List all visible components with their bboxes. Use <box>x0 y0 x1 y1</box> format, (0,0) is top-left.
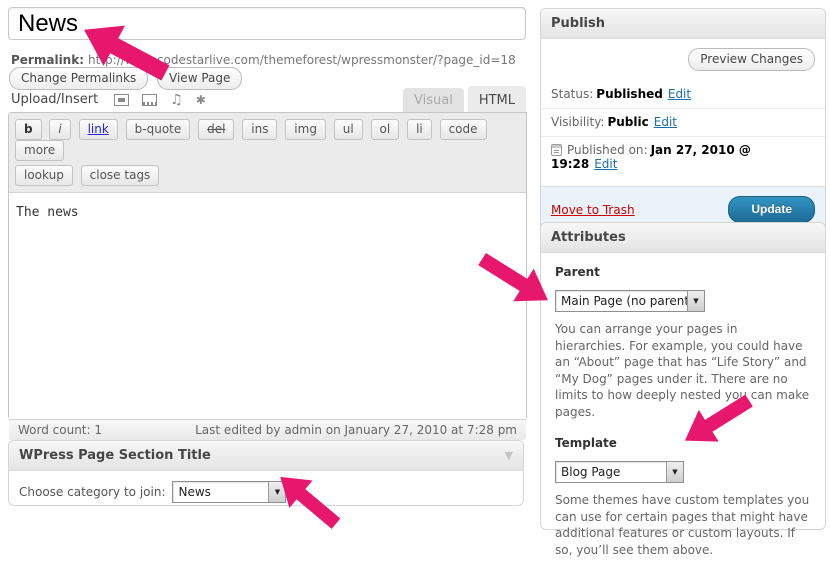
preview-changes-button[interactable]: Preview Changes <box>688 48 815 71</box>
editor-textarea[interactable]: The news <box>9 192 526 419</box>
view-page-button[interactable]: View Page <box>157 67 242 90</box>
upload-insert-bar: Upload/Insert ♫ ✱ <box>11 92 206 107</box>
parent-help-text: You can arrange your pages in hierarchie… <box>555 321 811 420</box>
qt-link-button[interactable]: link <box>79 119 118 140</box>
published-on-label: Published on: <box>567 143 648 157</box>
attributes-box: Attributes Parent Main Page (no parent) … <box>540 222 826 530</box>
template-help-text: Some themes have custom templates you ca… <box>555 492 811 558</box>
published-on-row: Published on:Jan 27, 2010 @ 19:28Edit <box>541 137 825 178</box>
attributes-box-title: Attributes <box>551 230 626 245</box>
visibility-row: Visibility:Public Edit <box>541 109 825 137</box>
qt-ol-button[interactable]: ol <box>371 119 400 140</box>
section-box-body: Choose category to join: News ▼ <box>9 471 523 513</box>
parent-select-value: Main Page (no parent) <box>556 294 687 308</box>
qt-img-button[interactable]: img <box>285 119 326 140</box>
qt-ul-button[interactable]: ul <box>334 119 363 140</box>
publish-box-title: Publish <box>551 16 605 31</box>
collapse-icon[interactable]: ▼ <box>505 449 513 462</box>
attributes-box-header: Attributes <box>541 223 825 253</box>
word-count-value: 1 <box>94 423 102 437</box>
template-label: Template <box>555 436 811 450</box>
add-media-icon[interactable]: ✱ <box>196 94 206 106</box>
parent-label: Parent <box>555 265 811 279</box>
word-count: Word count: 1 <box>18 423 102 437</box>
qt-code-button[interactable]: code <box>440 119 487 140</box>
visibility-label: Visibility: <box>551 115 604 129</box>
template-select-value: Blog Page <box>556 465 625 479</box>
editor-mode-tabs: Visual HTML <box>403 86 526 114</box>
publish-box: Publish Preview Changes Status:Published… <box>540 8 826 233</box>
add-video-icon[interactable] <box>142 94 157 106</box>
tab-html[interactable]: HTML <box>468 86 526 114</box>
editor-statusbar: Word count: 1 Last edited by admin on Ja… <box>9 419 526 440</box>
publish-box-header: Publish <box>541 9 825 39</box>
add-image-icon[interactable] <box>114 94 129 106</box>
add-audio-icon[interactable]: ♫ <box>170 94 183 106</box>
edit-visibility-link[interactable]: Edit <box>654 115 677 129</box>
chevron-down-icon: ▼ <box>687 291 704 311</box>
qt-bquote-button[interactable]: b-quote <box>126 119 191 140</box>
permalink-label: Permalink: <box>11 53 84 67</box>
change-permalinks-button[interactable]: Change Permalinks <box>9 67 148 90</box>
permalink-actions: Change Permalinks View Page <box>9 67 247 90</box>
status-row: Status:Published Edit <box>541 81 825 109</box>
move-to-trash-link[interactable]: Move to Trash <box>551 203 635 217</box>
template-select[interactable]: Blog Page ▼ <box>555 461 684 483</box>
parent-select[interactable]: Main Page (no parent) ▼ <box>555 290 705 312</box>
html-editor: b i link b-quote del ins img ul ol li co… <box>8 112 527 420</box>
qt-bold-button[interactable]: b <box>15 119 42 140</box>
page-title-input[interactable] <box>8 7 526 40</box>
update-button[interactable]: Update <box>728 196 815 223</box>
qt-del-button[interactable]: del <box>198 119 234 140</box>
edit-status-link[interactable]: Edit <box>668 87 691 101</box>
last-edited-text: Last edited by admin on January 27, 2010… <box>195 423 517 437</box>
qt-close-tags-button[interactable]: close tags <box>81 165 160 186</box>
qt-more-button[interactable]: more <box>15 140 64 161</box>
permalink-row: Permalink: http://www.codestarlive.com/th… <box>11 53 516 67</box>
chevron-down-icon: ▼ <box>268 482 285 502</box>
category-select-value: News <box>173 485 215 499</box>
qt-italic-button[interactable]: i <box>49 119 70 140</box>
status-label: Status: <box>551 87 593 101</box>
section-box-header: WPress Page Section Title ▼ <box>9 441 523 471</box>
tab-visual[interactable]: Visual <box>403 88 464 114</box>
qt-li-button[interactable]: li <box>407 119 432 140</box>
calendar-icon <box>551 144 562 156</box>
permalink-url: http://www.codestarlive.com/themeforest/… <box>88 53 516 67</box>
word-count-label: Word count: <box>18 423 91 437</box>
page-section-box: WPress Page Section Title ▼ Choose categ… <box>8 440 524 506</box>
chevron-down-icon: ▼ <box>666 462 683 482</box>
quicktags-toolbar: b i link b-quote del ins img ul ol li co… <box>9 113 526 192</box>
category-label: Choose category to join: <box>19 485 165 499</box>
upload-insert-label: Upload/Insert <box>11 92 98 107</box>
visibility-value: Public <box>607 115 648 129</box>
edit-published-link[interactable]: Edit <box>594 157 617 171</box>
section-box-title: WPress Page Section Title <box>19 448 211 463</box>
qt-ins-button[interactable]: ins <box>242 119 277 140</box>
qt-lookup-button[interactable]: lookup <box>15 165 73 186</box>
status-value: Published <box>596 87 663 101</box>
category-select[interactable]: News ▼ <box>172 481 286 503</box>
